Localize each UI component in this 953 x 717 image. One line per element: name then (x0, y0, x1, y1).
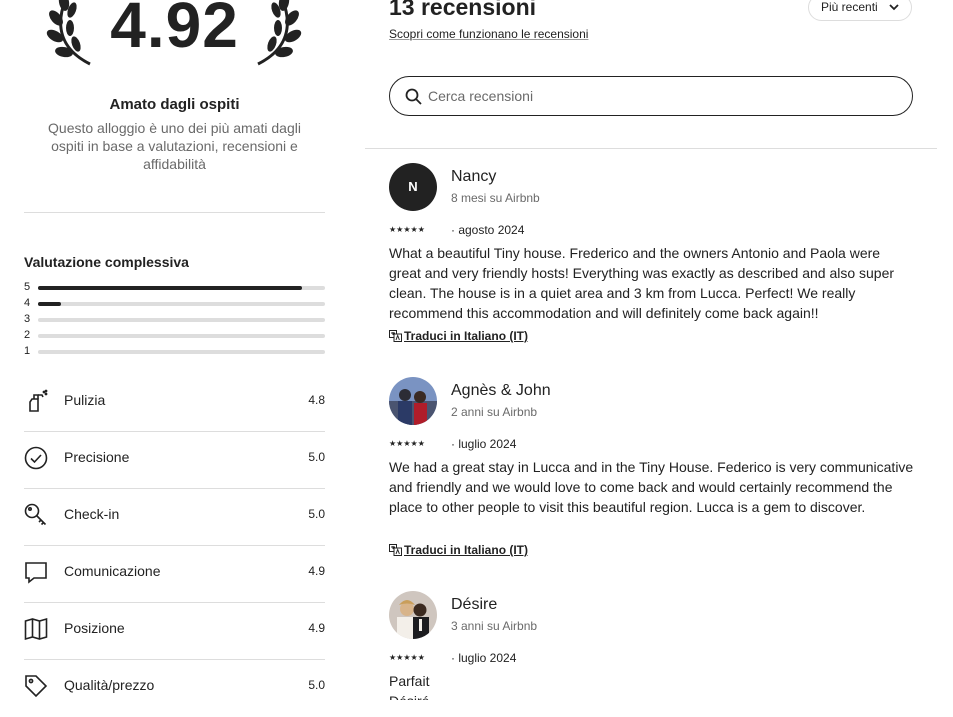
rating-bar-fill (38, 286, 303, 290)
category-label: Qualità/prezzo (64, 677, 155, 693)
review-stars: ★★★★★ (389, 653, 425, 662)
translate-link[interactable]: Traduci in Italiano (IT) (389, 329, 528, 343)
translate-link[interactable]: Traduci in Italiano (IT) (389, 543, 528, 557)
rating-bar-label: 1 (24, 345, 31, 357)
translate-label: Traduci in Italiano (IT) (404, 543, 529, 557)
reviewer-tenure: 8 mesi su Airbnb (451, 191, 540, 205)
category-value: 4.8 (308, 393, 325, 407)
key-icon (24, 503, 47, 526)
rating-bar-track (38, 350, 325, 354)
overall-rating-title: Valutazione complessiva (24, 254, 189, 270)
spray-bottle-icon (29, 389, 48, 412)
review-text: We had a great stay in Lucca and in the … (389, 459, 914, 515)
rating-bar-2: 2 (24, 329, 325, 345)
category-accuracy: Precisione 5.0 (24, 432, 325, 489)
translate-icon (389, 544, 402, 556)
reviewer-name: Nancy (451, 168, 497, 185)
rating-bar-track (38, 302, 325, 306)
check-circle-icon (24, 446, 48, 470)
rating-bar-fill (38, 302, 61, 306)
rating-bar-label: 3 (24, 313, 31, 325)
review-text: What a beautiful Tiny house. Frederico a… (389, 245, 895, 321)
review-item: Agnès & John 2 anni su Airbnb ★★★★★ · lu… (389, 377, 919, 567)
category-cleanliness: Pulizia 4.8 (24, 375, 325, 432)
category-label: Precisione (64, 449, 130, 465)
rating-bar-1: 1 (24, 345, 325, 361)
category-value: 4.9 (308, 564, 325, 578)
avatar[interactable]: N (389, 163, 437, 211)
rating-bar-label: 2 (24, 329, 31, 341)
review-item: Désire 3 anni su Airbnb ★★★★★ · luglio 2… (389, 591, 919, 700)
category-label: Pulizia (64, 392, 106, 408)
reviews-count-heading: 13 recensioni (389, 0, 537, 20)
how-reviews-work-link[interactable]: Scopri come funzionano le recensioni (389, 27, 588, 41)
review-date: · luglio 2024 (451, 437, 517, 451)
category-value: 5.0 (308, 507, 325, 521)
reviewer-tenure: 3 anni su Airbnb (451, 619, 538, 633)
category-label: Comunicazione (64, 563, 161, 579)
category-location: Posizione 4.9 (24, 603, 325, 660)
category-value: 4.9 (308, 621, 325, 635)
review-item: N Nancy 8 mesi su Airbnb ★★★★★ · agosto … (389, 163, 919, 353)
rating-bar-3: 3 (24, 313, 325, 329)
laurel-right-icon (257, 0, 302, 66)
category-value: 5.0 (308, 450, 325, 464)
chat-bubble-icon (25, 562, 47, 584)
rating-bar-track (38, 286, 325, 290)
review-date: · agosto 2024 (451, 223, 525, 237)
chevron-down-icon (889, 4, 899, 11)
category-communication: Comunicazione 4.9 (24, 546, 325, 603)
category-value: 5.0 (308, 678, 325, 692)
reviewer-name: Désire (451, 596, 498, 613)
sort-label: Più recenti (821, 0, 878, 14)
review-text: Parfait Désiré (389, 671, 914, 700)
divider (24, 212, 325, 213)
review-text-line: Désiré (389, 691, 914, 700)
guest-favorite-description: Questo alloggio è uno dei più amati dagl… (48, 120, 301, 172)
rating-bar-track (38, 334, 325, 338)
rating-bar-5: 5 (24, 281, 325, 297)
avatar[interactable] (389, 377, 437, 425)
avatar[interactable] (389, 591, 437, 639)
review-stars: ★★★★★ (389, 439, 425, 448)
guest-favorite-title: Amato dagli ospiti (109, 96, 240, 113)
search-reviews-input[interactable] (428, 86, 888, 106)
search-reviews-field[interactable] (389, 76, 913, 116)
category-label: Check-in (64, 506, 120, 522)
rating-bar-track (38, 318, 325, 322)
divider (365, 148, 937, 149)
review-date: · luglio 2024 (451, 651, 517, 665)
reviewer-tenure: 2 anni su Airbnb (451, 405, 538, 419)
map-icon (24, 617, 48, 641)
rating-bar-4: 4 (24, 297, 325, 313)
translate-label: Traduci in Italiano (IT) (404, 329, 529, 343)
category-checkin: Check-in 5.0 (24, 489, 325, 546)
sort-dropdown[interactable]: Più recenti (808, 0, 912, 21)
translate-icon (389, 330, 402, 342)
review-text-line: Parfait (389, 673, 430, 689)
category-value-for-money: Qualità/prezzo 5.0 (24, 660, 325, 717)
rating-bar-label: 5 (24, 281, 31, 293)
category-label: Posizione (64, 620, 125, 636)
rating-bar-label: 4 (24, 297, 31, 309)
reviewer-name: Agnès & John (451, 382, 551, 399)
search-icon (405, 88, 422, 105)
review-stars: ★★★★★ (389, 225, 425, 234)
price-tag-icon (25, 675, 48, 698)
